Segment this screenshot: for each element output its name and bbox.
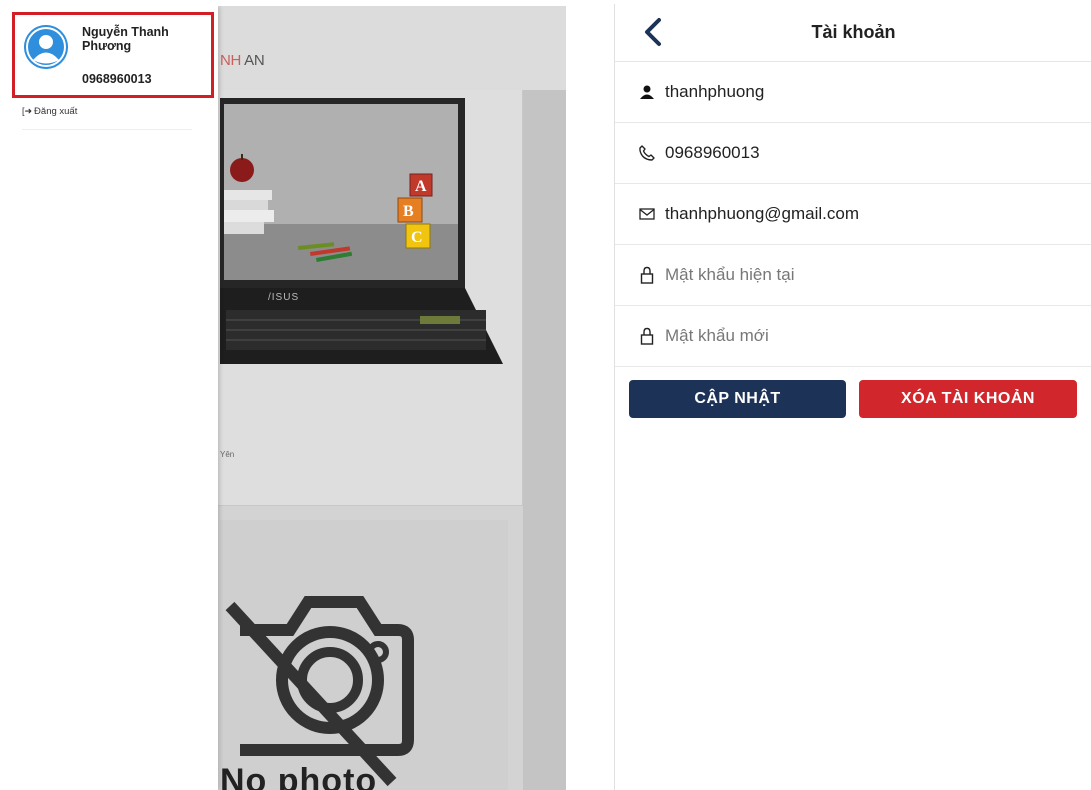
- phone-icon: [637, 143, 657, 163]
- left-screen: NH AN A B C /ISUS Yên No photo Nguyễn Th…: [8, 6, 566, 790]
- account-header: Tài khoản: [615, 4, 1091, 62]
- current-password-input[interactable]: [665, 265, 1045, 285]
- page-title: Tài khoản: [811, 22, 896, 42]
- profile-phone: 0968960013: [82, 72, 152, 86]
- delete-account-button[interactable]: XÓA TÀI KHOẢN: [859, 380, 1077, 418]
- current-password-row: [615, 245, 1091, 306]
- svg-text:B: B: [403, 203, 414, 220]
- phone-row: 0968960013: [615, 123, 1091, 184]
- new-password-row: [615, 306, 1091, 367]
- lock-icon: [637, 265, 657, 285]
- profile-card[interactable]: Nguyễn Thanh Phương 0968960013: [12, 12, 214, 98]
- phone-value: 0968960013: [665, 143, 760, 162]
- email-row: thanhphuong@gmail.com: [615, 184, 1091, 245]
- lock-icon: [637, 326, 657, 346]
- product-list: A B C /ISUS Yên No photo: [208, 90, 528, 790]
- new-password-input[interactable]: [665, 326, 1045, 346]
- product-card[interactable]: A B C /ISUS Yên: [208, 90, 523, 506]
- app-header-title: NH AN: [220, 52, 265, 69]
- svg-text:/ISUS: /ISUS: [268, 292, 299, 303]
- logout-label: Đăng xuất: [34, 106, 78, 117]
- camera-off-icon: [225, 596, 414, 787]
- user-icon: [637, 82, 657, 102]
- side-drawer: Nguyễn Thanh Phương 0968960013 [➜ Đăng x…: [8, 6, 218, 790]
- username-value: thanhphuong: [665, 82, 765, 101]
- svg-text:A: A: [415, 178, 427, 195]
- svg-text:C: C: [411, 229, 423, 246]
- email-value: thanhphuong@gmail.com: [665, 204, 859, 223]
- user-avatar-icon: [24, 25, 68, 69]
- product-snippet: Yên: [220, 450, 235, 459]
- envelope-icon: [637, 204, 657, 224]
- account-screen: Tài khoản thanhphuong 0968960013 thanhph…: [614, 4, 1091, 790]
- no-photo-card: No photo: [220, 520, 508, 790]
- no-photo-label: No photo: [220, 762, 378, 790]
- logout-icon: [➜: [22, 106, 33, 116]
- background-strip: [523, 90, 566, 790]
- logout-button[interactable]: [➜ Đăng xuất: [22, 106, 192, 130]
- product-image: A B C /ISUS: [220, 98, 503, 364]
- profile-name: Nguyễn Thanh Phương: [82, 25, 169, 53]
- username-row: thanhphuong: [615, 62, 1091, 123]
- update-button[interactable]: CẬP NHẬT: [629, 380, 846, 418]
